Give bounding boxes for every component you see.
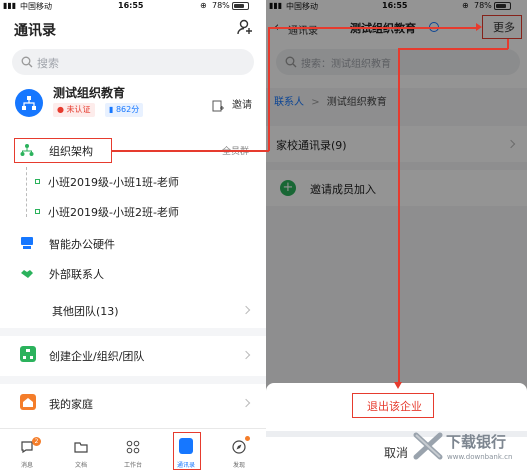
tab-docs[interactable]: 文档: [66, 435, 96, 471]
unread-badge: 2: [32, 437, 41, 446]
create-org-label: 创建企业/组织/团队: [49, 350, 145, 363]
class-item-label: 小班2019级-小班1班-老师: [48, 176, 179, 189]
search-input[interactable]: 搜索: [12, 49, 254, 75]
arrow-head-icon: [476, 23, 482, 31]
tab-bar: 2 消息 文档 工作台 通讯录 发现: [0, 428, 266, 473]
section-gap: [0, 328, 266, 336]
carrier-label: 中国移动: [20, 2, 52, 11]
external-contacts-row[interactable]: 外部联系人: [0, 262, 266, 284]
unverified-label: 未认证: [66, 105, 91, 114]
score-label: 862分: [115, 105, 140, 114]
my-family-row[interactable]: 我的家庭: [0, 388, 266, 416]
org-structure-icon: [22, 96, 36, 110]
node-icon: [35, 179, 40, 184]
chevron-right-icon: [241, 398, 251, 408]
lock-rotation-icon: ⊕: [200, 1, 207, 10]
class-item-label: 小班2019级-小班2班-老师: [48, 206, 179, 219]
other-teams-row[interactable]: 其他团队(13): [0, 296, 266, 324]
create-org-icon: [20, 346, 36, 362]
arrow-head-icon: [394, 382, 402, 389]
home-icon: [20, 394, 36, 410]
search-icon: [21, 56, 33, 68]
clock: 16:55: [118, 1, 144, 10]
warning-icon: ●: [57, 105, 64, 114]
search-placeholder: 搜索: [37, 57, 59, 70]
org-detail-screen: ▮▮▮ 中国移动 16:55 ⊕ 78% ‹ 通讯录 测试组织教育 更多 搜索：…: [266, 0, 527, 473]
highlight-exit: [352, 393, 434, 418]
smart-office-label: 智能办公硬件: [49, 238, 115, 251]
status-bar: ▮▮▮ 中国移动 16:55 ⊕ 78%: [0, 0, 266, 12]
compass-icon: [232, 440, 246, 454]
highlight-contacts-tab: [173, 432, 201, 470]
invite-button[interactable]: 邀请: [232, 96, 252, 111]
signal-icon: ▮▮▮: [3, 1, 17, 10]
battery-fill: [234, 4, 245, 8]
connector-line: [268, 27, 270, 151]
org-card[interactable]: 测试组织教育 ● 未认证 ▮ 862分 邀请: [0, 83, 266, 125]
battery-percent: 78%: [212, 1, 230, 10]
page-title: 通讯录: [14, 23, 56, 39]
folder-icon: [74, 442, 88, 453]
contacts-screen: ▮▮▮ 中国移动 16:55 ⊕ 78% 通讯录 搜索 测试组织教育 ● 未认证…: [0, 0, 266, 473]
node-icon: [35, 209, 40, 214]
watermark-brand: 下载银行: [446, 433, 507, 451]
chevron-right-icon: [241, 350, 251, 360]
grid-icon: [126, 440, 140, 454]
notification-dot: [245, 436, 250, 441]
watermark-url: www.downbank.cn: [447, 453, 513, 461]
chevron-right-icon: [241, 305, 251, 315]
cancel-button[interactable]: 取消: [384, 444, 408, 461]
connector-line: [112, 150, 269, 152]
my-family-label: 我的家庭: [49, 398, 93, 411]
tab-workbench[interactable]: 工作台: [118, 435, 148, 471]
tab-messages[interactable]: 2 消息: [12, 435, 42, 471]
watermark-logo: [413, 432, 443, 460]
add-contact-icon[interactable]: [236, 18, 254, 36]
tab-label: 文档: [74, 462, 87, 469]
bar-chart-icon: ▮: [109, 105, 114, 114]
invite-icon: [212, 97, 224, 112]
class-item-1[interactable]: 小班2019级-小班1班-老师: [0, 172, 266, 192]
tab-discover[interactable]: 发现: [224, 435, 254, 471]
handshake-icon: [21, 270, 33, 278]
tab-label: 发现: [232, 462, 245, 469]
watermark: 下载银行 www.downbank.cn: [413, 428, 525, 472]
connector-line: [268, 27, 478, 29]
org-avatar: [15, 89, 43, 117]
score-badge[interactable]: ▮ 862分: [105, 103, 144, 117]
smart-device-icon: [21, 237, 33, 249]
connector-line: [398, 48, 400, 384]
battery-icon: [232, 2, 249, 10]
smart-office-row[interactable]: 智能办公硬件: [0, 232, 266, 254]
tab-label: 消息: [20, 462, 33, 469]
external-contacts-label: 外部联系人: [49, 268, 104, 281]
unverified-badge[interactable]: ● 未认证: [53, 103, 95, 117]
class-item-2[interactable]: 小班2019级-小班2班-老师: [0, 202, 266, 222]
tab-label: 工作台: [123, 462, 142, 469]
org-name: 测试组织教育: [53, 86, 126, 100]
connector-line: [398, 48, 508, 50]
section-gap: [0, 376, 266, 384]
highlight-org-structure: [14, 138, 112, 163]
other-teams-label: 其他团队(13): [52, 305, 119, 318]
create-org-row[interactable]: 创建企业/组织/团队: [0, 340, 266, 368]
